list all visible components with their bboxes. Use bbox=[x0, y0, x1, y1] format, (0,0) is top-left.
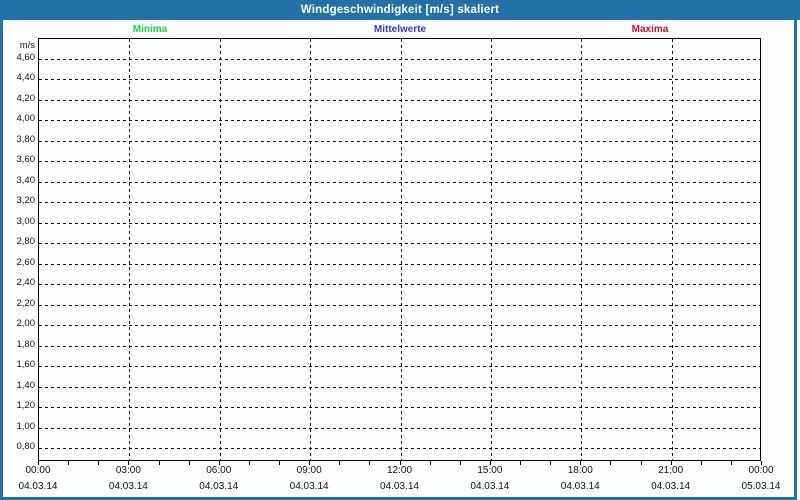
y-gridline bbox=[39, 346, 760, 347]
y-gridline bbox=[39, 243, 760, 244]
y-gridline bbox=[39, 428, 760, 429]
y-gridline bbox=[39, 120, 760, 121]
x-axis-date-label: 04.03.14 bbox=[368, 481, 432, 493]
x-axis-date-label: 04.03.14 bbox=[96, 481, 160, 493]
chart-window: Windgeschwindigkeit [m/s] skaliert Minim… bbox=[0, 0, 800, 500]
y-axis-tick-label: 2,20 bbox=[0, 298, 35, 310]
y-axis-tick-label: 3,40 bbox=[0, 175, 35, 187]
x-axis-time-label: 03:00 bbox=[96, 465, 160, 477]
y-axis-tick-label: 2,80 bbox=[0, 236, 35, 248]
x-gridline bbox=[401, 39, 402, 460]
y-gridline bbox=[39, 141, 760, 142]
y-gridline bbox=[39, 407, 760, 408]
y-gridline bbox=[39, 366, 760, 367]
y-axis-tick-label: 4,20 bbox=[0, 93, 35, 105]
y-axis-tick-label: 1,20 bbox=[0, 400, 35, 412]
x-axis-date-label: 04.03.14 bbox=[458, 481, 522, 493]
y-gridline bbox=[39, 202, 760, 203]
y-gridline bbox=[39, 161, 760, 162]
y-axis-tick-label: 4,60 bbox=[0, 52, 35, 64]
x-gridline bbox=[310, 39, 311, 460]
x-axis-time-label: 15:00 bbox=[458, 465, 522, 477]
legend-item-mittelwerte: Mittelwerte bbox=[330, 24, 470, 36]
x-gridline bbox=[581, 39, 582, 460]
x-axis-date-label: 04.03.14 bbox=[639, 481, 703, 493]
y-gridline bbox=[39, 100, 760, 101]
y-axis-tick-label: 3,20 bbox=[0, 195, 35, 207]
y-gridline bbox=[39, 223, 760, 224]
y-axis-tick-label: 2,60 bbox=[0, 257, 35, 269]
plot-area bbox=[38, 38, 761, 461]
x-axis-time-label: 06:00 bbox=[187, 465, 251, 477]
x-axis-time-label: 09:00 bbox=[277, 465, 341, 477]
y-axis-tick-label: 3,60 bbox=[0, 154, 35, 166]
y-gridline bbox=[39, 448, 760, 449]
y-gridline bbox=[39, 59, 760, 60]
y-gridline bbox=[39, 305, 760, 306]
y-axis-tick-label: 4,00 bbox=[0, 113, 35, 125]
x-axis-date-label: 04.03.14 bbox=[6, 481, 70, 493]
y-axis-tick-label: 1,00 bbox=[0, 421, 35, 433]
y-axis-unit-label: m/s bbox=[0, 40, 35, 51]
x-axis-time-label: 00:00 bbox=[6, 465, 70, 477]
y-gridline bbox=[39, 387, 760, 388]
y-axis-tick-label: 0,80 bbox=[0, 441, 35, 453]
y-gridline bbox=[39, 284, 760, 285]
y-gridline bbox=[39, 182, 760, 183]
title-bar: Windgeschwindigkeit [m/s] skaliert bbox=[0, 0, 800, 20]
legend-item-minima: Minima bbox=[80, 24, 220, 36]
x-axis-time-label: 00:00 bbox=[729, 465, 793, 477]
y-axis-tick-label: 2,00 bbox=[0, 318, 35, 330]
y-gridline bbox=[39, 325, 760, 326]
y-axis-tick-label: 3,00 bbox=[0, 216, 35, 228]
x-gridline bbox=[672, 39, 673, 460]
window-border-left bbox=[0, 20, 3, 500]
x-gridline bbox=[491, 39, 492, 460]
y-axis-tick-label: 3,80 bbox=[0, 134, 35, 146]
x-gridline bbox=[129, 39, 130, 460]
x-gridline bbox=[220, 39, 221, 460]
y-axis-tick-label: 1,60 bbox=[0, 359, 35, 371]
y-gridline bbox=[39, 264, 760, 265]
y-gridline bbox=[39, 79, 760, 80]
x-axis-time-label: 18:00 bbox=[548, 465, 612, 477]
x-axis-date-label: 04.03.14 bbox=[187, 481, 251, 493]
x-axis-time-label: 21:00 bbox=[639, 465, 703, 477]
window-border-right bbox=[794, 20, 797, 500]
x-axis-date-label: 04.03.14 bbox=[548, 481, 612, 493]
x-axis-date-label: 05.03.14 bbox=[729, 481, 793, 493]
x-axis-date-label: 04.03.14 bbox=[277, 481, 341, 493]
y-axis-tick-label: 2,40 bbox=[0, 277, 35, 289]
x-axis-time-label: 12:00 bbox=[368, 465, 432, 477]
y-axis-tick-label: 4,40 bbox=[0, 72, 35, 84]
chart-title: Windgeschwindigkeit [m/s] skaliert bbox=[301, 4, 499, 16]
legend-item-maxima: Maxima bbox=[580, 24, 720, 36]
y-axis-tick-label: 1,40 bbox=[0, 380, 35, 392]
y-axis-tick-label: 1,80 bbox=[0, 339, 35, 351]
